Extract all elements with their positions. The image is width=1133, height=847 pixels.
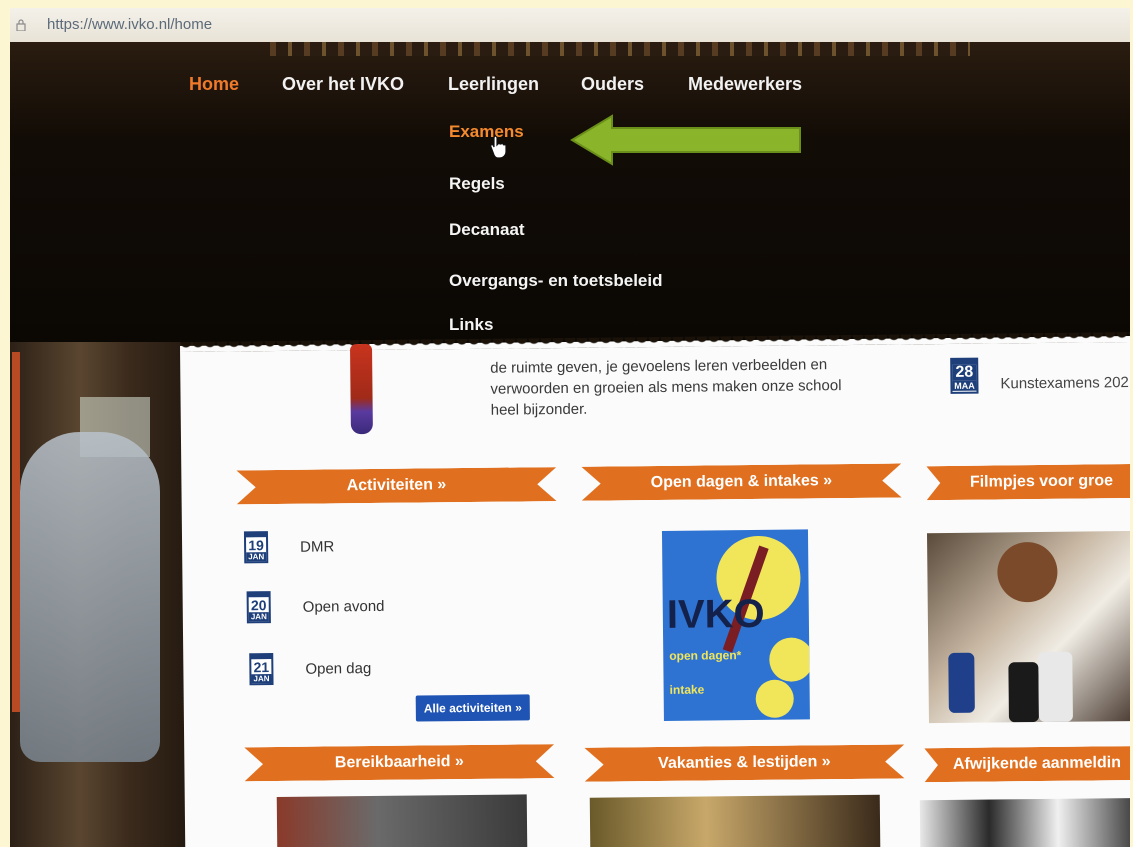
poster-intake: intake (669, 682, 705, 697)
calendar-day: 28 (952, 364, 977, 381)
screen-photo: https://www.ivko.nl/home Home Over het I… (10, 8, 1130, 847)
paint-bottle (1008, 662, 1039, 723)
calendar-icon: 20 JAN (246, 591, 271, 624)
header-banner (10, 42, 1130, 362)
menu-item-examens[interactable]: Examens (449, 122, 524, 142)
poster-sun-shape (755, 679, 794, 718)
poster-sun-shape (769, 637, 810, 682)
section-heading-label: Bereikbaarheid » (334, 753, 464, 772)
poster-title: IVKO (666, 591, 765, 637)
decorative-figure (349, 343, 373, 435)
section-heading-label: Filmpjes voor groe (969, 472, 1114, 491)
green-arrow-annotation (570, 114, 801, 166)
nav-item-leerlingen[interactable]: Leerlingen (448, 74, 539, 95)
activity-item[interactable]: Open avond (303, 598, 385, 616)
all-activities-button[interactable]: Alle activiteiten » (415, 694, 530, 722)
decorative-red-bar (12, 352, 20, 712)
calendar-month: JAN (251, 674, 272, 684)
nav-item-over-het-ivko[interactable]: Over het IVKO (282, 74, 404, 95)
menu-item-links[interactable]: Links (449, 315, 493, 335)
bereikbaarheid-image[interactable] (276, 794, 528, 847)
banner-image-strip (270, 42, 970, 56)
section-heading-label: Afwijkende aanmeldin (952, 754, 1122, 773)
background-person (20, 432, 160, 762)
calendar-day: 19 (248, 537, 264, 554)
section-heading-vakanties[interactable]: Vakanties & lestijden » (584, 744, 904, 781)
section-heading-label: Vakanties & lestijden » (658, 753, 831, 773)
section-heading-label: Activiteiten » (346, 476, 447, 495)
content-page: de ruimte geven, je gevoelens leren verb… (179, 331, 1130, 847)
calendar-icon: 21 JAN (249, 653, 274, 686)
nav-item-ouders[interactable]: Ouders (581, 74, 644, 95)
intro-text: de ruimte geven, je gevoelens leren verb… (490, 354, 881, 421)
menu-item-regels[interactable]: Regels (449, 174, 505, 194)
nav-item-home[interactable]: Home (189, 74, 239, 95)
activity-item[interactable]: Open dag (305, 660, 371, 678)
calendar-day: 20 (250, 597, 267, 614)
video-person (997, 541, 1058, 603)
lock-icon (16, 19, 26, 31)
section-heading-bereikbaarheid[interactable]: Bereikbaarheid » (244, 744, 554, 781)
vakanties-image[interactable] (589, 794, 881, 847)
upcoming-event-link[interactable]: Kunstexamens 202 (1000, 374, 1129, 392)
section-heading-label: Open dagen & intakes » (650, 472, 833, 492)
section-heading-afwijkende[interactable]: Afwijkende aanmeldin (924, 746, 1130, 782)
video-thumbnail[interactable] (927, 530, 1130, 724)
paint-bottle (948, 652, 975, 713)
address-bar[interactable]: https://www.ivko.nl/home (10, 8, 1130, 42)
section-heading-open-dagen[interactable]: Open dagen & intakes » (581, 463, 901, 500)
calendar-month: MAA (952, 380, 977, 391)
open-dagen-poster[interactable]: IVKO open dagen* intake (661, 529, 810, 721)
intro-line: verwoorden en groeien als mens maken onz… (490, 377, 842, 398)
url-text[interactable]: https://www.ivko.nl/home (47, 16, 212, 33)
photo-frame: https://www.ivko.nl/home Home Over het I… (0, 0, 1133, 847)
nav-item-medewerkers[interactable]: Medewerkers (688, 74, 802, 95)
calendar-day: 21 (253, 659, 270, 676)
calendar-month: JAN (246, 552, 267, 562)
calendar-month: JAN (248, 612, 269, 622)
menu-item-decanaat[interactable]: Decanaat (449, 220, 525, 240)
poster-open-dagen: open dagen* (669, 648, 742, 663)
afwijkende-image[interactable] (919, 797, 1130, 847)
hand-cursor-icon (490, 135, 507, 158)
section-heading-filmpjes[interactable]: Filmpjes voor groe (926, 464, 1130, 500)
paint-bottle (1038, 651, 1073, 723)
intro-line: heel bijzonder. (490, 400, 588, 419)
calendar-icon: 19 JAN (243, 531, 269, 564)
calendar-icon: 28 MAA (950, 357, 979, 394)
section-heading-activiteiten[interactable]: Activiteiten » (236, 467, 556, 504)
activity-item[interactable]: DMR (300, 538, 334, 555)
menu-item-overgangs-toetsbeleid[interactable]: Overgangs- en toetsbeleid (449, 271, 663, 291)
